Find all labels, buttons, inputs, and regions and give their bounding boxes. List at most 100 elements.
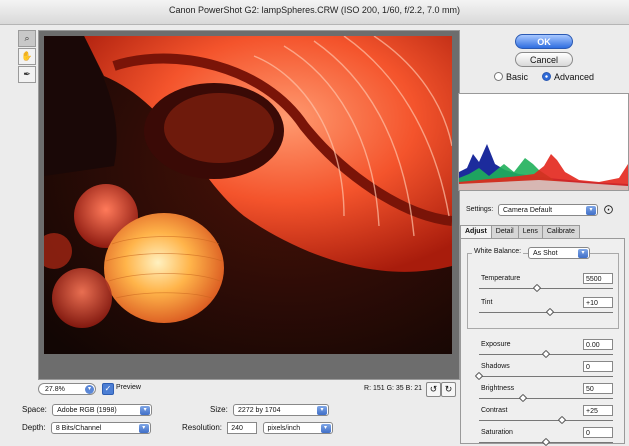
rotate-right-button[interactable]: ↻ <box>441 382 456 397</box>
chevron-updown-icon: ▾ <box>578 249 588 258</box>
basic-radio[interactable]: Basic <box>494 72 528 82</box>
contrast-thumb[interactable] <box>557 415 567 425</box>
checkmark-icon: ✓ <box>104 384 112 393</box>
settings-tabs: Adjust Detail Lens Calibrate <box>460 225 580 239</box>
resolution-input[interactable]: 240 <box>227 422 258 434</box>
rgb-readout: R: 151 G: 35 B: 21 <box>364 385 422 392</box>
settings-value: Camera Default <box>503 207 553 214</box>
preview-status-bar: 27.8% ▾ ✓ Preview R: 151 G: 35 B: 21 ↺ ↻ <box>38 381 458 397</box>
lantern-photo <box>44 36 452 354</box>
zoom-level-value: 27.8% <box>45 386 65 393</box>
white-balance-value: As Shot <box>533 250 558 257</box>
white-balance-select[interactable]: As Shot ▾ <box>528 247 590 259</box>
settings-label: Settings: <box>466 206 494 213</box>
space-row: Space: Adobe RGB (1998) ▾ <box>22 404 153 416</box>
camera-raw-dialog: Canon PowerShot G2: lampSpheres.CRW (ISO… <box>0 0 629 446</box>
right-panel: OK Cancel Basic Advanced Settings: Camer… <box>458 30 629 446</box>
brightness-thumb[interactable] <box>518 393 528 403</box>
space-label: Space: <box>22 405 47 415</box>
preview-label: Preview <box>116 384 141 391</box>
temperature-slider[interactable] <box>479 283 613 293</box>
shadows-label: Shadows <box>481 363 510 370</box>
tab-detail[interactable]: Detail <box>490 225 519 238</box>
preview-checkbox[interactable]: ✓ <box>102 383 114 395</box>
title-bar: Canon PowerShot G2: lampSpheres.CRW (ISO… <box>0 0 629 25</box>
depth-value: 8 Bits/Channel <box>55 425 102 432</box>
saturation-label: Saturation <box>481 429 513 436</box>
brightness-slider[interactable] <box>479 393 613 403</box>
shadows-slider[interactable] <box>474 371 613 381</box>
size-row: Size: 2272 by 1704 ▾ <box>210 404 330 416</box>
exposure-label: Exposure <box>481 341 511 348</box>
eyedropper-tool-icon: ✒ <box>23 69 31 79</box>
brightness-input[interactable]: 50 <box>583 383 613 394</box>
tint-slider[interactable] <box>479 307 613 317</box>
shadows-input[interactable]: 0 <box>583 361 613 372</box>
hand-tool-icon: ✋ <box>21 51 33 61</box>
temperature-label: Temperature <box>481 275 521 282</box>
zoom-tool-icon: ⌕ <box>24 33 30 43</box>
tint-label: Tint <box>481 299 493 306</box>
contrast-slider[interactable] <box>479 415 613 425</box>
rotate-left-button[interactable]: ↺ <box>426 382 441 397</box>
space-select[interactable]: Adobe RGB (1998) ▾ <box>52 404 153 416</box>
rotate-right-icon: ↻ <box>444 384 453 394</box>
exposure-slider[interactable] <box>479 349 613 359</box>
saturation-thumb[interactable] <box>541 437 551 446</box>
exposure-input[interactable]: 0.00 <box>583 339 613 350</box>
cancel-button[interactable]: Cancel <box>515 52 573 67</box>
white-balance-group: White Balance: As Shot ▾ <box>467 247 619 329</box>
temperature-input[interactable]: 5500 <box>583 273 613 284</box>
radio-dot-icon <box>494 72 503 81</box>
depth-select[interactable]: 8 Bits/Channel ▾ <box>50 422 151 434</box>
preview-image <box>44 36 452 354</box>
chevron-updown-icon: ▾ <box>317 406 328 415</box>
chevron-updown-icon: ▾ <box>140 406 151 415</box>
saturation-input[interactable]: 0 <box>583 427 613 438</box>
tab-lens[interactable]: Lens <box>517 225 543 238</box>
settings-menu-icon[interactable]: ⨀ <box>604 204 613 215</box>
window-title: Canon PowerShot G2: lampSpheres.CRW (ISO… <box>169 5 460 15</box>
basic-label: Basic <box>506 72 529 82</box>
tint-input[interactable]: +10 <box>583 297 613 308</box>
chevron-updown-icon: ▾ <box>85 385 94 394</box>
contrast-label: Contrast <box>481 407 508 414</box>
brightness-label: Brightness <box>481 385 515 392</box>
settings-row: Settings: Camera Default ▾ ⨀ <box>458 198 629 216</box>
resolution-unit-select[interactable]: pixels/inch ▾ <box>262 422 333 434</box>
hand-tool-button[interactable]: ✋ <box>18 48 36 65</box>
white-balance-label: White Balance: <box>472 248 524 255</box>
chevron-updown-icon: ▾ <box>586 206 596 215</box>
shadows-thumb[interactable] <box>474 371 484 381</box>
size-label: Size: <box>210 405 228 415</box>
image-preview-area[interactable] <box>38 30 460 380</box>
space-value: Adobe RGB (1998) <box>57 407 117 414</box>
histogram-graph <box>459 144 628 190</box>
contrast-input[interactable]: +25 <box>583 405 613 416</box>
chevron-updown-icon: ▾ <box>320 424 331 433</box>
advanced-label: Advanced <box>554 72 595 82</box>
radio-dot-selected-icon <box>542 72 551 81</box>
resolution-row: Resolution: 240 pixels/inch ▾ <box>182 422 333 434</box>
adjust-panel: White Balance: As Shot ▾ Temperature 550… <box>460 238 625 446</box>
exposure-thumb[interactable] <box>541 349 551 359</box>
saturation-slider[interactable] <box>479 437 613 446</box>
zoom-level-select[interactable]: 27.8% ▾ <box>38 383 96 395</box>
size-select[interactable]: 2272 by 1704 ▾ <box>233 404 330 416</box>
depth-row: Depth: 8 Bits/Channel ▾ <box>22 422 151 434</box>
tab-adjust[interactable]: Adjust <box>460 225 492 238</box>
eyedropper-tool-button[interactable]: ✒ <box>18 66 36 83</box>
resolution-unit-value: pixels/inch <box>267 425 301 432</box>
tool-column: ⌕ ✋ ✒ <box>18 30 36 84</box>
tab-calibrate[interactable]: Calibrate <box>541 225 580 238</box>
size-value: 2272 by 1704 <box>238 407 281 414</box>
rotate-left-icon: ↺ <box>429 384 438 394</box>
ok-button[interactable]: OK <box>515 34 573 49</box>
zoom-tool-button[interactable]: ⌕ <box>18 30 36 47</box>
depth-label: Depth: <box>22 423 46 433</box>
histogram <box>458 93 629 191</box>
chevron-updown-icon: ▾ <box>138 424 149 433</box>
resolution-label: Resolution: <box>182 423 223 433</box>
settings-select[interactable]: Camera Default ▾ <box>498 204 598 216</box>
advanced-radio[interactable]: Advanced <box>542 72 594 82</box>
